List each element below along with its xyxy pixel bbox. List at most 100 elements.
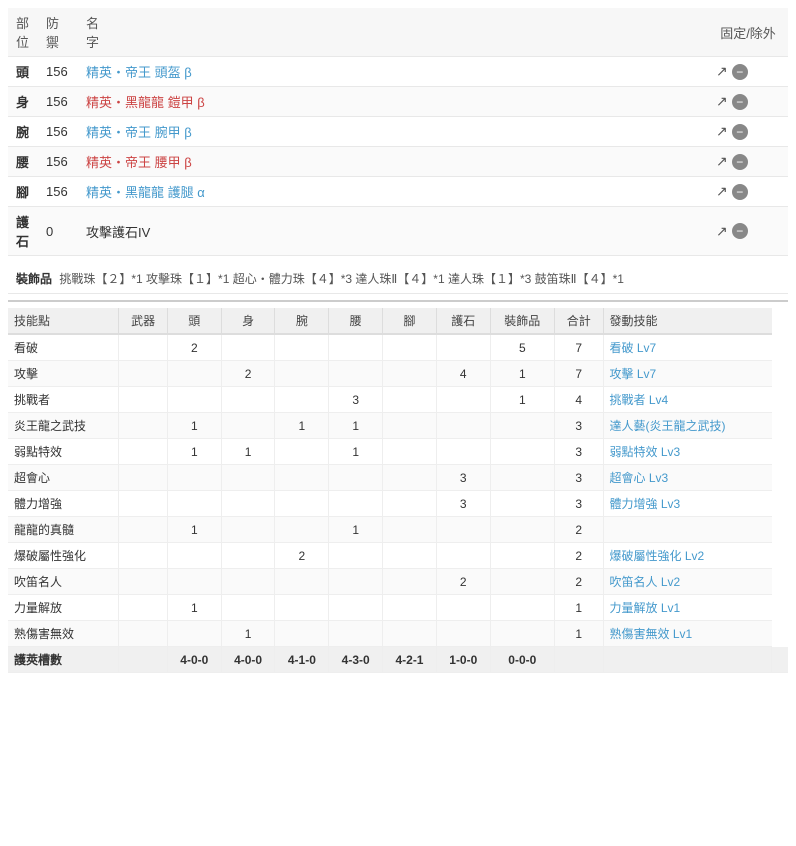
skill-cell: 2 xyxy=(275,543,329,569)
col-spacer xyxy=(107,8,708,57)
skill-cell: 5 xyxy=(490,334,554,361)
skill-cell xyxy=(383,465,437,491)
skill-cell xyxy=(383,361,437,387)
skill-cell xyxy=(167,569,221,595)
skill-cell xyxy=(383,569,437,595)
pin-icon[interactable]: ↗ xyxy=(716,93,728,110)
skill-col-header: 武器 xyxy=(119,308,168,334)
name-cell: 攻擊護石IV xyxy=(78,207,708,256)
skill-cell: 龍龍的真髓 xyxy=(8,517,119,543)
skill-cell xyxy=(436,334,490,361)
skill-cell xyxy=(383,334,437,361)
skill-cell: 力量解放 Lv1 xyxy=(603,595,772,621)
equipment-row: 護石 0 攻擊護石IV ↗ − xyxy=(8,207,788,256)
remove-icon[interactable]: − xyxy=(732,223,748,239)
skill-cell xyxy=(329,595,383,621)
skill-row: 弱點特效1113弱點特效 Lv3 xyxy=(8,439,788,465)
decoration-row: 裝飾品 挑戰珠【２】*1 攻擊珠【１】*1 超心・體力珠【４】*3 達人珠Ⅱ【４… xyxy=(8,264,788,294)
footer-slot-value: 0-0-0 xyxy=(490,647,554,673)
remove-icon[interactable]: − xyxy=(732,154,748,170)
skill-cell: 力量解放 xyxy=(8,595,119,621)
skill-cell: 1 xyxy=(167,439,221,465)
skill-cell xyxy=(119,621,168,647)
equipment-row: 腰 156 精英・帝王 腰甲 β ↗ − xyxy=(8,147,788,177)
skill-cell: 4 xyxy=(436,361,490,387)
skill-cell: 弱點特效 Lv3 xyxy=(603,439,772,465)
remove-icon[interactable]: − xyxy=(732,64,748,80)
skill-cell xyxy=(275,595,329,621)
skill-cell xyxy=(436,439,490,465)
skill-cell xyxy=(436,595,490,621)
equipment-row: 腕 156 精英・帝王 腕甲 β ↗ − xyxy=(8,117,788,147)
remove-icon[interactable]: − xyxy=(732,184,748,200)
skill-cell xyxy=(383,595,437,621)
col-name: 名字 xyxy=(78,8,107,57)
skill-row: 體力增強33體力增強 Lv3 xyxy=(8,491,788,517)
skill-cell xyxy=(436,387,490,413)
pin-icon[interactable]: ↗ xyxy=(716,223,728,240)
skill-cell: 3 xyxy=(554,413,603,439)
skill-cell xyxy=(490,621,554,647)
pin-icon[interactable]: ↗ xyxy=(716,123,728,140)
defense-cell: 156 xyxy=(38,117,78,147)
skill-cell xyxy=(119,334,168,361)
skill-row: 力量解放11力量解放 Lv1 xyxy=(8,595,788,621)
skill-cell: 2 xyxy=(221,361,275,387)
skill-cell: 超會心 Lv3 xyxy=(603,465,772,491)
skill-row: 爆破屬性強化22爆破屬性強化 Lv2 xyxy=(8,543,788,569)
skill-cell: 攻擊 Lv7 xyxy=(603,361,772,387)
skill-col-header: 裝飾品 xyxy=(490,308,554,334)
skill-cell xyxy=(167,465,221,491)
skill-cell xyxy=(490,517,554,543)
name-cell: 精英・黑龍龍 鎧甲 β xyxy=(78,87,708,117)
name-cell: 精英・帝王 腕甲 β xyxy=(78,117,708,147)
skill-col-header: 腳 xyxy=(383,308,437,334)
col-fixed: 固定/除外 xyxy=(708,8,788,57)
skill-cell: 1 xyxy=(167,413,221,439)
pin-icon[interactable]: ↗ xyxy=(716,153,728,170)
col-slot: 部位 xyxy=(8,8,38,57)
remove-icon[interactable]: − xyxy=(732,94,748,110)
skill-cell: 3 xyxy=(329,387,383,413)
equipment-row: 腳 156 精英・黑龍龍 護腿 α ↗ − xyxy=(8,177,788,207)
skill-cell xyxy=(383,413,437,439)
section-divider xyxy=(8,300,788,302)
skill-cell: 2 xyxy=(554,569,603,595)
fixed-cell[interactable]: ↗ − xyxy=(708,87,788,117)
skill-cell: 2 xyxy=(554,543,603,569)
skill-cell: 1 xyxy=(329,413,383,439)
fixed-cell[interactable]: ↗ − xyxy=(708,177,788,207)
defense-cell: 156 xyxy=(38,57,78,87)
remove-icon[interactable]: − xyxy=(732,124,748,140)
skill-cell xyxy=(221,569,275,595)
pin-icon[interactable]: ↗ xyxy=(716,183,728,200)
skill-cell: 1 xyxy=(221,621,275,647)
pin-icon[interactable]: ↗ xyxy=(716,63,728,80)
slot-cell: 腕 xyxy=(8,117,38,147)
equipment-table: 部位 防禦 名字 固定/除外 頭 156 精英・帝王 頭盔 β ↗ − 身 15… xyxy=(8,8,788,256)
footer-empty xyxy=(772,647,788,673)
skill-cell xyxy=(603,517,772,543)
skill-cell: 達人藝(炎王龍之武技) xyxy=(603,413,772,439)
skill-cell: 1 xyxy=(490,387,554,413)
skill-cell xyxy=(490,413,554,439)
equipment-row: 頭 156 精英・帝王 頭盔 β ↗ − xyxy=(8,57,788,87)
skill-cell xyxy=(436,413,490,439)
skill-row: 吹笛名人22吹笛名人 Lv2 xyxy=(8,569,788,595)
skill-row: 熟傷害無效11熟傷害無效 Lv1 xyxy=(8,621,788,647)
skill-cell xyxy=(221,387,275,413)
skill-cell: 2 xyxy=(554,517,603,543)
fixed-cell[interactable]: ↗ − xyxy=(708,147,788,177)
skill-cell xyxy=(221,491,275,517)
fixed-cell[interactable]: ↗ − xyxy=(708,207,788,256)
fixed-cell[interactable]: ↗ − xyxy=(708,117,788,147)
skill-cell xyxy=(490,465,554,491)
skill-col-header: 腕 xyxy=(275,308,329,334)
skill-cell: 看破 Lv7 xyxy=(603,334,772,361)
fixed-cell[interactable]: ↗ − xyxy=(708,57,788,87)
skill-cell xyxy=(329,361,383,387)
defense-cell: 156 xyxy=(38,87,78,117)
skill-cell: 爆破屬性強化 Lv2 xyxy=(603,543,772,569)
skill-cell: 體力增強 Lv3 xyxy=(603,491,772,517)
skill-cell xyxy=(275,621,329,647)
